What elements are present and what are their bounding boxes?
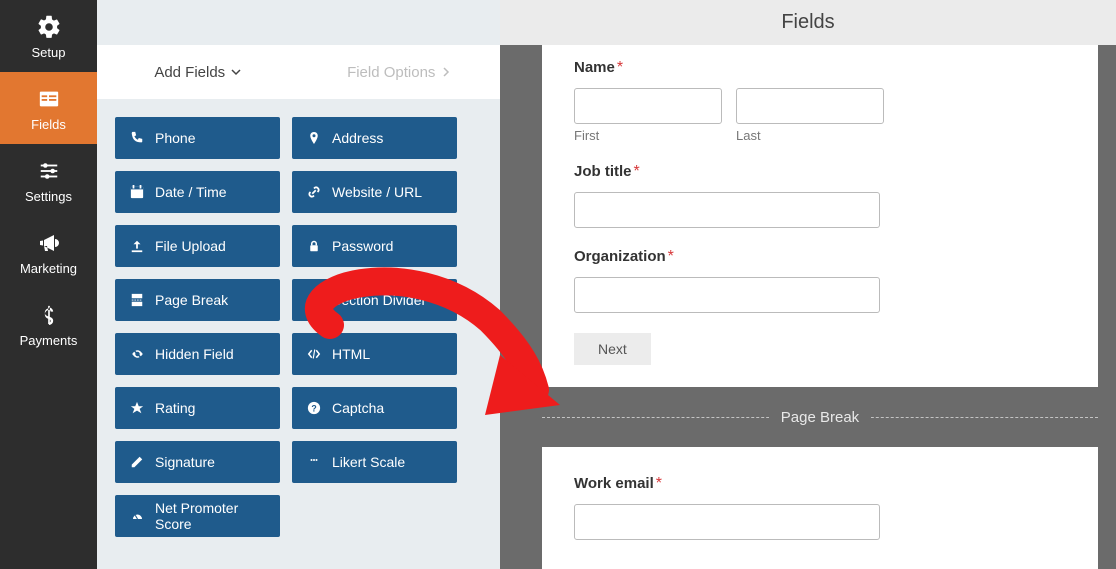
next-button[interactable]: Next	[574, 333, 651, 365]
first-sublabel: First	[574, 128, 722, 143]
field-organization: Organization*	[574, 248, 1066, 313]
star-icon	[129, 400, 145, 416]
work-email-label: Work email	[574, 475, 654, 492]
phone-icon	[129, 130, 145, 146]
bullhorn-icon	[35, 229, 63, 257]
field-button-page-break[interactable]: Page Break	[115, 279, 280, 321]
dollar-icon	[35, 301, 63, 329]
field-button-file-upload[interactable]: File Upload	[115, 225, 280, 267]
vertical-nav: Setup Fields Settings Marketing Payments	[0, 0, 97, 569]
tab-add-fields-label: Add Fields	[154, 64, 225, 81]
field-button-label: Phone	[155, 130, 195, 146]
nav-marketing[interactable]: Marketing	[0, 216, 97, 288]
question-icon: ?	[306, 400, 322, 416]
field-button-label: Likert Scale	[332, 454, 405, 470]
field-job-title: Job title*	[574, 163, 1066, 228]
chevron-down-icon	[231, 67, 241, 77]
chevron-right-icon	[441, 67, 451, 77]
svg-text:?: ?	[311, 404, 316, 414]
name-label: Name	[574, 59, 615, 76]
nav-fields-label: Fields	[31, 117, 66, 132]
required-marker: *	[617, 59, 623, 76]
upload-icon	[129, 238, 145, 254]
field-button-rating[interactable]: Rating	[115, 387, 280, 429]
lock-icon	[306, 238, 322, 254]
preview-header: Fields	[500, 0, 1116, 45]
field-button-likert-scale[interactable]: Likert Scale	[292, 441, 457, 483]
nav-payments[interactable]: Payments	[0, 288, 97, 360]
gauge-icon	[129, 508, 145, 524]
calendar-icon	[129, 184, 145, 200]
field-button-label: Section Divider	[332, 292, 426, 308]
nav-setup-label: Setup	[32, 45, 66, 60]
field-button-date-time[interactable]: Date / Time	[115, 171, 280, 213]
field-button-html[interactable]: HTML	[292, 333, 457, 375]
nav-fields[interactable]: Fields	[0, 72, 97, 144]
field-button-label: Hidden Field	[155, 346, 234, 362]
page-break-label: Page Break	[769, 409, 871, 426]
nav-settings-label: Settings	[25, 189, 72, 204]
tab-field-options[interactable]: Field Options	[299, 45, 501, 99]
field-button-website-url[interactable]: Website / URL	[292, 171, 457, 213]
required-marker: *	[634, 163, 640, 180]
field-buttons-grid: Phone Address Date / Time Website / URL File…	[97, 99, 500, 555]
field-button-label: Date / Time	[155, 184, 227, 200]
field-button-phone[interactable]: Phone	[115, 117, 280, 159]
field-button-address[interactable]: Address	[292, 117, 457, 159]
pencil-icon	[129, 454, 145, 470]
arrows-h-icon	[306, 292, 322, 308]
job-title-input[interactable]	[574, 192, 880, 228]
job-title-label: Job title	[574, 163, 632, 180]
field-button-label: Page Break	[155, 292, 228, 308]
field-name: Name* First Last	[574, 59, 1066, 143]
pagebreak-icon	[129, 292, 145, 308]
tab-field-options-label: Field Options	[347, 64, 435, 81]
field-work-email: Work email*	[574, 475, 1066, 540]
field-button-label: File Upload	[155, 238, 226, 254]
form-page-2: Work email*	[542, 447, 1098, 569]
panel-tabs: Add Fields Field Options	[97, 45, 500, 99]
field-button-label: Signature	[155, 454, 215, 470]
field-button-signature[interactable]: Signature	[115, 441, 280, 483]
field-button-label: Net Promoter Score	[155, 500, 266, 532]
field-button-label: Website / URL	[332, 184, 422, 200]
last-name-input[interactable]	[736, 88, 884, 124]
field-button-label: Password	[332, 238, 393, 254]
required-marker: *	[656, 475, 662, 492]
work-email-input[interactable]	[574, 504, 880, 540]
add-fields-panel: Add Fields Field Options Phone Address Dat…	[97, 0, 500, 569]
nav-setup[interactable]: Setup	[0, 0, 97, 72]
eye-slash-icon	[129, 346, 145, 362]
field-button-label: Captcha	[332, 400, 384, 416]
required-marker: *	[668, 248, 674, 265]
pin-icon	[306, 130, 322, 146]
form-page-1: Name* First Last Job title* Organ	[542, 45, 1098, 387]
link-icon	[306, 184, 322, 200]
page-break-divider[interactable]: Page Break	[542, 387, 1098, 447]
form-canvas: Name* First Last Job title* Organ	[500, 45, 1116, 569]
field-button-net-promoter-score[interactable]: Net Promoter Score	[115, 495, 280, 537]
sliders-icon	[35, 157, 63, 185]
field-button-hidden-field[interactable]: Hidden Field	[115, 333, 280, 375]
dots-icon	[306, 454, 322, 470]
tab-add-fields[interactable]: Add Fields	[97, 45, 299, 99]
field-button-section-divider[interactable]: Section Divider	[292, 279, 457, 321]
gear-icon	[35, 13, 63, 41]
field-button-password[interactable]: Password	[292, 225, 457, 267]
nav-payments-label: Payments	[20, 333, 78, 348]
field-button-captcha[interactable]: ? Captcha	[292, 387, 457, 429]
organization-label: Organization	[574, 248, 666, 265]
organization-input[interactable]	[574, 277, 880, 313]
last-sublabel: Last	[736, 128, 884, 143]
field-button-label: Address	[332, 130, 383, 146]
field-button-label: HTML	[332, 346, 370, 362]
nav-marketing-label: Marketing	[20, 261, 77, 276]
first-name-input[interactable]	[574, 88, 722, 124]
field-button-label: Rating	[155, 400, 195, 416]
form-icon	[35, 85, 63, 113]
form-preview-pane: Fields Name* First Last Job title*	[500, 0, 1116, 569]
code-icon	[306, 346, 322, 362]
nav-settings[interactable]: Settings	[0, 144, 97, 216]
